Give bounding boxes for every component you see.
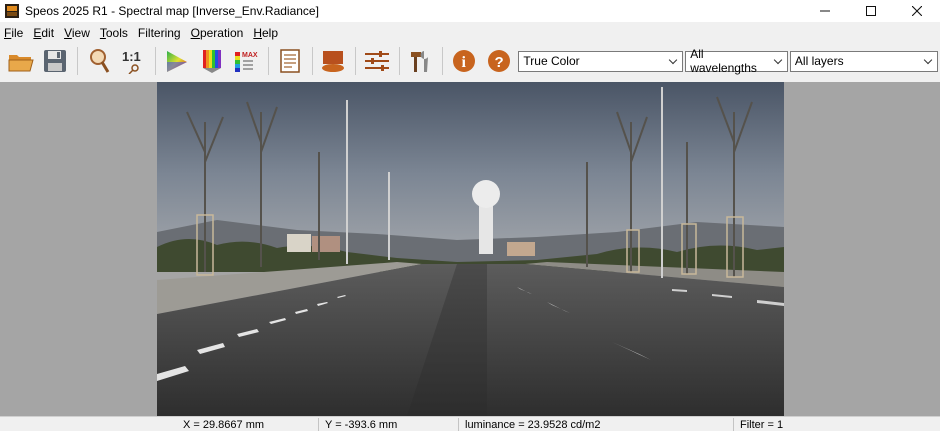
toolbar-separator: [355, 47, 357, 75]
spectral-map-viewport[interactable]: [157, 82, 784, 416]
window-title: Speos 2025 R1 - Spectral map [Inverse_En…: [25, 4, 319, 18]
status-y-coordinate: Y = -393.6 mm: [325, 419, 398, 431]
menu-help-accel: H: [253, 25, 262, 40]
menu-edit-label: dit: [41, 25, 55, 40]
toolbar-separator: [155, 47, 157, 75]
toolbar-separator: [398, 47, 400, 75]
status-divider: [733, 418, 734, 431]
menu-help[interactable]: Help: [249, 26, 284, 40]
toolbar-separator: [442, 47, 444, 75]
status-divider: [318, 418, 319, 431]
window-controls: [802, 0, 940, 22]
help-icon: ?: [487, 50, 510, 72]
help-button[interactable]: ?: [484, 46, 514, 76]
color-mode-value: True Color: [523, 54, 580, 68]
zoom-1-1-icon: 1:1: [122, 49, 141, 74]
zoom-1-1-button[interactable]: 1:1: [119, 46, 149, 76]
menu-operation-label: peration: [199, 25, 244, 40]
layers-value: All layers: [794, 54, 844, 68]
menu-bar: File Edit View Tools Filtering Operation…: [0, 23, 940, 42]
svg-text:MAX: MAX: [242, 52, 258, 59]
hammer-wrench-icon: [411, 51, 429, 72]
status-bar: X = 29.8667 mm Y = -393.6 mm luminance =…: [0, 416, 940, 431]
sliders-icon: [364, 51, 389, 71]
surface-view-icon: [322, 51, 345, 72]
open-button[interactable]: [6, 46, 36, 76]
layers-select[interactable]: All layers: [789, 50, 938, 72]
menu-edit[interactable]: Edit: [29, 26, 60, 40]
minimize-button[interactable]: [802, 0, 848, 22]
menu-tools-label: ools: [105, 25, 128, 40]
wavelengths-value: All wavelengths: [690, 47, 757, 75]
scale-max-button[interactable]: MAX: [231, 46, 261, 76]
spectrum-button[interactable]: [197, 46, 227, 76]
color-triangle-icon: [167, 51, 188, 72]
info-button[interactable]: i: [449, 46, 479, 76]
color-mode-select[interactable]: True Color: [518, 50, 684, 72]
menu-help-label: elp: [261, 25, 278, 40]
svg-text:?: ?: [494, 54, 503, 71]
rainbow-prism-icon: [202, 50, 221, 73]
menu-file-label: ile: [11, 25, 24, 40]
color-space-button[interactable]: [162, 46, 192, 76]
chevron-down-icon: [923, 56, 933, 66]
menu-filtering[interactable]: Filtering: [134, 26, 187, 40]
color-scale-max-icon: MAX: [235, 52, 258, 72]
toolbar-separator: [77, 47, 79, 75]
tools-button[interactable]: [406, 46, 436, 76]
save-button[interactable]: [41, 46, 71, 76]
menu-filtering-label: iltering: [145, 25, 181, 40]
folder-open-icon: [8, 55, 34, 72]
menu-operation[interactable]: Operation: [187, 26, 250, 40]
menu-view-accel: V: [64, 25, 72, 40]
status-luminance: luminance = 23.9528 cd/m2: [465, 419, 601, 431]
menu-tools[interactable]: Tools: [96, 26, 134, 40]
chevron-down-icon: [773, 56, 783, 66]
menu-view[interactable]: View: [60, 26, 96, 40]
surface-button[interactable]: [319, 46, 349, 76]
maximize-button[interactable]: [848, 0, 894, 22]
title-bar: Speos 2025 R1 - Spectral map [Inverse_En…: [0, 0, 940, 22]
document-report-icon: [280, 49, 300, 73]
status-filter: Filter = 1: [740, 419, 784, 431]
road-scene-image: [157, 82, 784, 416]
toolbar-separator: [311, 47, 313, 75]
menu-operation-accel: O: [190, 25, 200, 40]
chevron-down-icon: [668, 56, 678, 66]
minimize-icon: [820, 10, 830, 12]
map-area: [0, 82, 940, 416]
info-icon: i: [453, 50, 476, 72]
svg-text:1:1: 1:1: [122, 49, 141, 64]
toolbar-separator: [268, 47, 269, 75]
zoom-button[interactable]: [84, 46, 114, 76]
wavelengths-select[interactable]: All wavelengths: [685, 47, 788, 75]
settings-button[interactable]: [362, 46, 392, 76]
close-button[interactable]: [894, 0, 940, 22]
floppy-disk-icon: [44, 50, 67, 72]
close-icon: [912, 6, 922, 16]
status-x-coordinate: X = 29.8667 mm: [183, 419, 265, 431]
toolbar: 1:1 MAX i ? True Color All wavelengths A…: [0, 42, 940, 80]
maximize-icon: [866, 6, 876, 16]
menu-file[interactable]: File: [0, 26, 29, 40]
magnifier-icon: [89, 49, 110, 73]
speos-app-icon: [5, 4, 19, 18]
report-button[interactable]: [275, 46, 305, 76]
menu-view-label: iew: [71, 25, 90, 40]
status-divider: [458, 418, 459, 431]
svg-text:i: i: [462, 54, 467, 71]
